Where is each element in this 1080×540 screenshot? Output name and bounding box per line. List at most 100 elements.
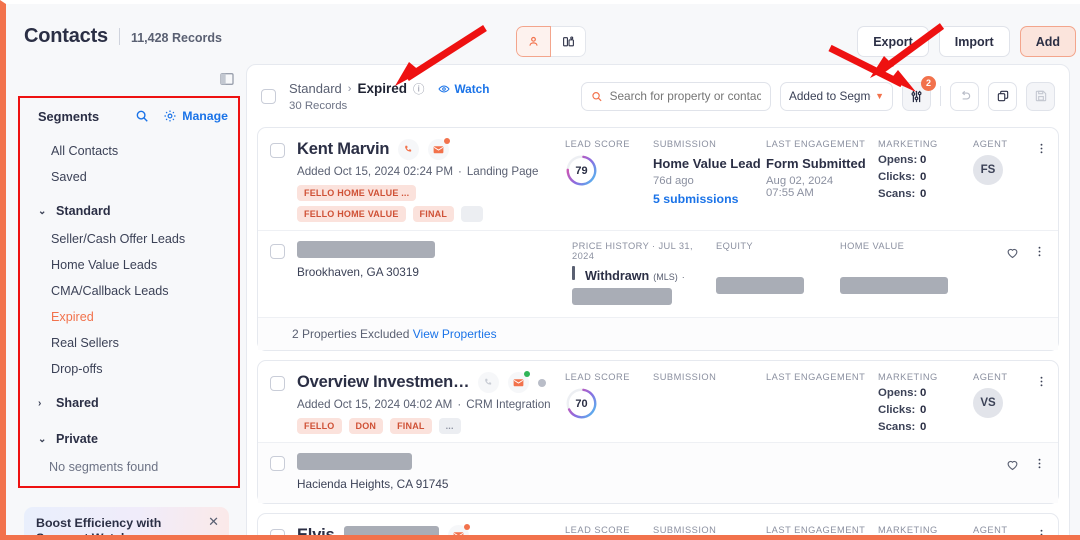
- row-checkbox[interactable]: [270, 143, 285, 158]
- sidebar-item-home-value-leads[interactable]: Home Value Leads: [20, 252, 238, 278]
- column-header: LEAD SCORE: [565, 525, 630, 535]
- export-button[interactable]: Export: [857, 26, 929, 57]
- favorite-button[interactable]: [1005, 457, 1020, 477]
- watch-button[interactable]: Watch: [438, 82, 489, 96]
- sidebar-group-private[interactable]: ⌄ Private: [20, 424, 238, 454]
- lead-score-ring: 79: [565, 154, 598, 187]
- contact-name[interactable]: Kent Marvin: [297, 140, 389, 159]
- contact-source: CRM Integration: [466, 398, 551, 411]
- avatar[interactable]: VS: [973, 388, 1003, 418]
- contact-row[interactable]: Elvis LEAD SCORE SUBMISSION LAST ENGAGEM…: [258, 514, 1058, 539]
- view-properties-link[interactable]: View Properties: [413, 327, 497, 341]
- property-checkbox[interactable]: [270, 244, 285, 259]
- contact-tag-more[interactable]: [461, 206, 484, 222]
- marketing-opens: Opens: 0: [878, 154, 973, 166]
- row-checkbox[interactable]: [270, 529, 285, 539]
- sidebar-item-seller-cash-offer-leads[interactable]: Seller/Cash Offer Leads: [20, 226, 238, 252]
- column-header: MARKETING: [878, 372, 938, 382]
- email-icon-button[interactable]: [447, 524, 470, 539]
- submission-column: SUBMISSION Home Value Lead 76d ago 5 sub…: [653, 139, 766, 222]
- row-more-menu[interactable]: [1035, 142, 1048, 160]
- segment-watch-promo[interactable]: Boost Efficiency with Segment Watch ✕: [24, 507, 229, 540]
- property-view-toggle[interactable]: [551, 26, 586, 57]
- select-all-checkbox[interactable]: [261, 88, 276, 104]
- redacted-price: [572, 288, 672, 305]
- add-button[interactable]: Add: [1019, 26, 1076, 57]
- contact-tag[interactable]: FINAL: [412, 206, 455, 222]
- segments-search-button[interactable]: [135, 109, 149, 123]
- contact-identity: Elvis: [297, 524, 565, 539]
- equity-column: EQUITY: [716, 241, 840, 305]
- filter-button[interactable]: 2: [902, 75, 936, 111]
- property-row[interactable]: Brookhaven, GA 30319 PRICE HISTORY · JUL…: [258, 230, 1058, 317]
- chevron-down-icon: ▼: [875, 91, 884, 101]
- sidebar-item-label: Real Sellers: [51, 336, 119, 350]
- engagement-date: Aug 02, 2024 07:55 AM: [766, 175, 834, 199]
- contact-tag[interactable]: FELLO HOME VALUE: [297, 206, 406, 222]
- favorite-button[interactable]: [1005, 245, 1020, 265]
- row-more-menu[interactable]: [1035, 528, 1048, 539]
- undo-icon: [961, 90, 970, 100]
- duplicate-button[interactable]: [988, 81, 1017, 111]
- contact-name[interactable]: Elvis: [297, 526, 335, 539]
- status-bar-indicator: [572, 266, 575, 280]
- sidebar-panel-toggle[interactable]: [218, 70, 236, 88]
- row-more-menu[interactable]: [1035, 375, 1048, 393]
- last-engagement-column: LAST ENGAGEMENT: [766, 372, 878, 434]
- search-icon: [136, 110, 148, 122]
- search-input[interactable]: [609, 89, 761, 103]
- contact-name[interactable]: Overview Investmen…: [297, 373, 469, 392]
- phone-icon-button[interactable]: [478, 372, 500, 393]
- contact-tag-more[interactable]: ...: [438, 418, 461, 434]
- email-icon-button[interactable]: [508, 371, 531, 393]
- contact-added-date: Added Oct 15, 2024 04:02 AM: [297, 398, 453, 411]
- sidebar-item-all-contacts[interactable]: All Contacts: [20, 138, 238, 164]
- undo-button[interactable]: [950, 81, 979, 111]
- contact-row[interactable]: Kent Marvin Added Oct 15, 2024 02:24 PM …: [258, 128, 1058, 230]
- sidebar-item-real-sellers[interactable]: Real Sellers: [20, 330, 238, 356]
- contact-view-toggle[interactable]: [516, 26, 551, 57]
- marketing-column: MARKETING Opens: 0 Clicks: 0 Scans: 0: [878, 372, 973, 434]
- contact-tag[interactable]: DON: [348, 418, 384, 434]
- contact-row[interactable]: Overview Investmen… Added Oct 15, 2024 0…: [258, 361, 1058, 442]
- sidebar-group-standard[interactable]: ⌄ Standard: [20, 196, 238, 226]
- avatar[interactable]: FS: [973, 155, 1003, 185]
- equity-header: EQUITY: [716, 241, 754, 251]
- manage-segments-button[interactable]: Manage: [163, 109, 228, 123]
- email-icon-button[interactable]: [428, 138, 451, 160]
- sidebar-item-saved[interactable]: Saved: [20, 164, 238, 190]
- property-more-menu[interactable]: [1033, 457, 1046, 475]
- contacts-app: Contacts 11,428 Records Export Import Ad…: [0, 0, 1080, 540]
- contact-tag[interactable]: FINAL: [390, 418, 432, 434]
- sidebar-item-drop-offs[interactable]: Drop-offs: [20, 356, 238, 382]
- sidebar-group-shared[interactable]: › Shared: [20, 388, 238, 418]
- phone-icon-button[interactable]: [398, 139, 420, 160]
- marketing-value: 0: [920, 154, 927, 166]
- phone-icon: [485, 378, 492, 385]
- close-icon[interactable]: ✕: [208, 514, 219, 530]
- contact-tag[interactable]: FELLO: [297, 418, 342, 434]
- redacted-name: [343, 526, 439, 539]
- sidebar-item-expired[interactable]: Expired: [20, 304, 238, 330]
- save-button[interactable]: [1026, 81, 1055, 111]
- sidebar-item-label: Home Value Leads: [51, 258, 158, 272]
- row-checkbox[interactable]: [270, 376, 285, 391]
- sort-dropdown[interactable]: Added to Segme... ▼: [780, 81, 893, 111]
- contact-card: Elvis LEAD SCORE SUBMISSION LAST ENGAGEM…: [257, 513, 1059, 539]
- marketing-scans: Scans: 0: [878, 421, 973, 433]
- search-box[interactable]: [581, 81, 771, 111]
- heart-icon: [1007, 248, 1018, 259]
- property-row[interactable]: Hacienda Heights, CA 91745: [258, 442, 1058, 503]
- sidebar-item-cma-callback-leads[interactable]: CMA/Callback Leads: [20, 278, 238, 304]
- property-status-source: (MLS): [653, 272, 678, 282]
- import-button[interactable]: Import: [938, 26, 1010, 57]
- breadcrumb: Standard › Expired ⓘ Watch 30 Records: [289, 81, 489, 112]
- property-status: Withdrawn: [585, 269, 650, 283]
- breadcrumb-parent[interactable]: Standard: [289, 81, 342, 96]
- submissions-link[interactable]: 5 submissions: [653, 192, 766, 206]
- property-more-menu[interactable]: [1033, 245, 1046, 263]
- contact-tag[interactable]: FELLO HOME VALUE ...: [297, 185, 417, 201]
- toolbar-divider: [940, 86, 941, 106]
- info-icon[interactable]: ⓘ: [413, 81, 425, 97]
- property-checkbox[interactable]: [270, 456, 285, 471]
